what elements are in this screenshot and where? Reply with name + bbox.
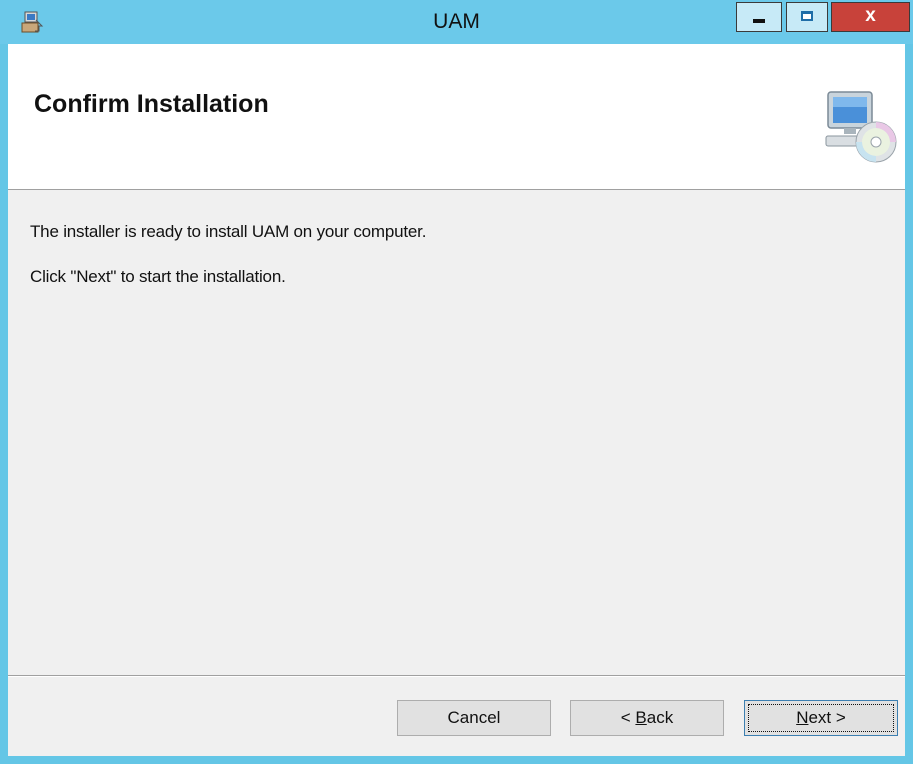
minimize-icon bbox=[753, 19, 765, 23]
footer-divider bbox=[8, 675, 905, 677]
cancel-button-label: Cancel bbox=[447, 708, 501, 727]
title-bar[interactable]: UAM x bbox=[0, 0, 913, 44]
computer-with-cd-icon bbox=[825, 91, 897, 163]
page-title: Confirm Installation bbox=[34, 90, 269, 118]
installer-window: UAM x Confirm Installation The installer… bbox=[0, 0, 913, 764]
cancel-button[interactable]: Cancel bbox=[397, 700, 551, 736]
maximize-button[interactable] bbox=[786, 2, 828, 32]
ready-message: The installer is ready to install UAM on… bbox=[30, 222, 427, 241]
back-button[interactable]: < Back bbox=[570, 700, 724, 736]
back-prefix: < bbox=[620, 708, 636, 727]
next-accelerator: N bbox=[796, 708, 809, 727]
back-rest: ack bbox=[646, 708, 674, 727]
close-button[interactable]: x bbox=[831, 2, 910, 32]
header-banner: Confirm Installation bbox=[8, 44, 905, 190]
back-accelerator: B bbox=[635, 708, 647, 727]
close-icon: x bbox=[865, 5, 876, 26]
next-button[interactable]: Next > bbox=[744, 700, 898, 736]
client-area: Confirm Installation The installer is re… bbox=[8, 44, 905, 756]
instruction-message: Click "Next" to start the installation. bbox=[30, 267, 286, 286]
back-button-label: < Back bbox=[621, 708, 673, 728]
next-button-label: Next > bbox=[796, 708, 846, 728]
minimize-button[interactable] bbox=[736, 2, 782, 32]
maximize-icon bbox=[801, 11, 813, 21]
next-rest: ext > bbox=[808, 708, 846, 727]
